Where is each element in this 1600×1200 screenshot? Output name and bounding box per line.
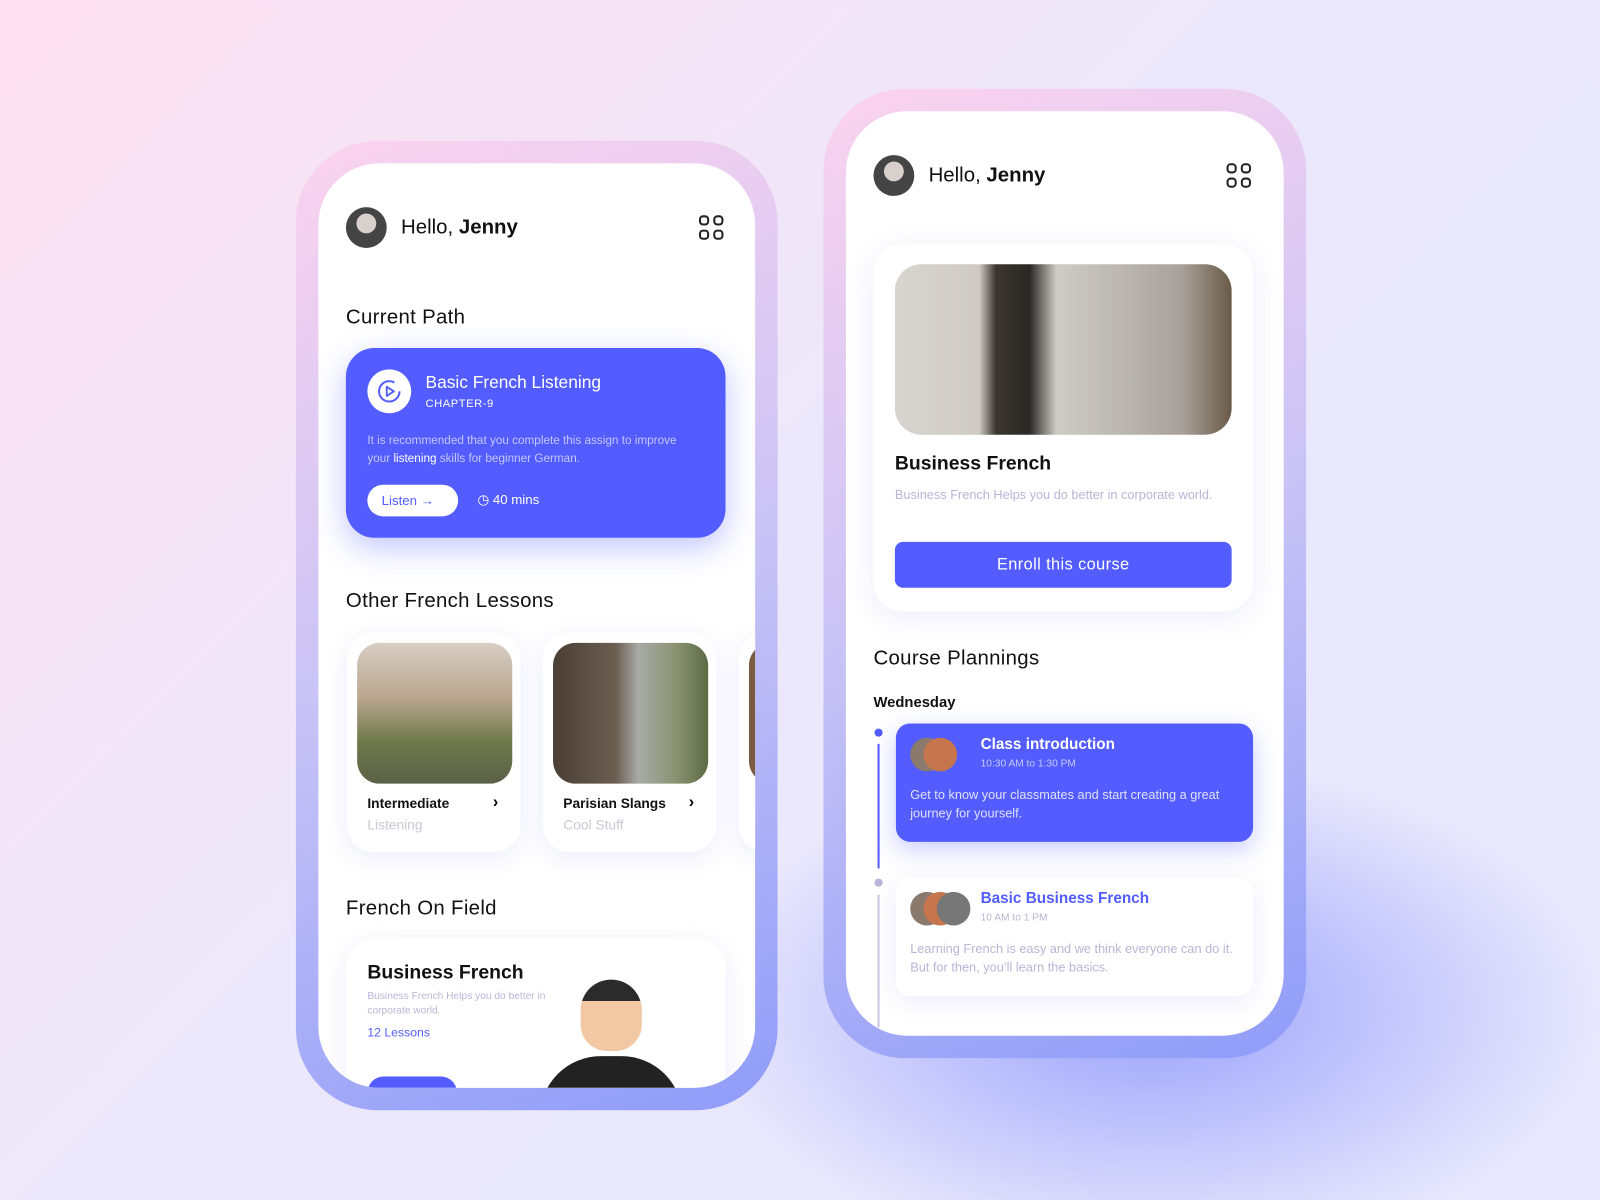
field-card-description: Business French Helps you do better in c… [367, 990, 546, 1017]
eiffel-tower-image [553, 642, 709, 784]
event-time: 10 AM to 1 PM [980, 912, 1048, 924]
lesson-card-intermediate[interactable]: Intermediate › Listening [346, 632, 521, 853]
businessman-illustration [580, 979, 642, 1052]
avatar[interactable] [345, 207, 387, 248]
attendee-avatars [910, 891, 971, 927]
event-description: Learning French is easy and we think eve… [910, 941, 1233, 975]
businessman-paris-image [894, 264, 1232, 435]
listen-button[interactable]: Listen → [367, 484, 459, 517]
field-card-title: Business French [367, 962, 524, 984]
current-path-card[interactable]: Basic French Listening CHAPTER-9 It is r… [345, 347, 726, 538]
greeting: Hello, Jenny [401, 216, 518, 239]
avatar[interactable] [873, 155, 915, 196]
lesson-title: Intermediate [367, 795, 450, 812]
business-french-field-card[interactable]: Business French Business French Helps yo… [345, 938, 726, 1088]
field-heading: French On Field [345, 896, 497, 920]
timeline-line [877, 743, 880, 869]
menu-grid-icon[interactable] [1226, 163, 1252, 188]
lesson-subtitle: Listening [367, 817, 423, 833]
left-phone: Hello, Jenny Current Path Basic French L… [295, 140, 778, 1111]
right-phone: Hello, Jenny Business French Business Fr… [823, 88, 1307, 1059]
lesson-title: Parisian Slangs [563, 795, 666, 812]
right-phone-screen: Hello, Jenny Business French Business Fr… [845, 111, 1284, 1036]
greeting: Hello, Jenny [928, 164, 1046, 187]
event-title: Class introduction [980, 735, 1115, 754]
paris-city-image [357, 642, 513, 784]
event-title: Basic Business French [980, 889, 1150, 908]
course-card: Business French Business French Helps yo… [873, 243, 1254, 612]
lesson-card-partial[interactable] [738, 632, 756, 853]
chevron-right-icon[interactable]: › [689, 794, 694, 812]
start-button[interactable] [367, 1076, 458, 1088]
event-card-active[interactable]: Class introduction 10:30 AM to 1:30 PM G… [895, 723, 1254, 842]
chevron-right-icon[interactable]: › [493, 794, 498, 812]
plannings-heading: Course Plannings [873, 646, 1040, 670]
duration: ◷ 40 mins [477, 491, 540, 508]
menu-grid-icon[interactable] [698, 215, 724, 240]
lesson-subtitle: Cool Stuff [563, 817, 624, 833]
lesson-card-parisian-slangs[interactable]: Parisian Slangs › Cool Stuff [542, 632, 717, 853]
clock-icon: ◷ [477, 491, 490, 508]
left-phone-screen: Hello, Jenny Current Path Basic French L… [318, 163, 756, 1088]
attendee-avatars [910, 737, 958, 773]
timeline-dot [874, 878, 883, 887]
current-path-heading: Current Path [345, 306, 466, 329]
timeline-dot-active [874, 728, 883, 737]
arrow-right-icon: → [420, 492, 435, 509]
timeline-line [877, 894, 880, 1028]
path-title: Basic French Listening [425, 372, 601, 392]
other-lessons-heading: Other French Lessons [345, 589, 554, 613]
event-time: 10:30 AM to 1:30 PM [980, 758, 1076, 770]
day-label: Wednesday [873, 694, 956, 712]
path-description: It is recommended that you complete this… [367, 434, 677, 466]
event-description: Get to know your classmates and start cr… [910, 787, 1220, 821]
course-title: Business French [894, 453, 1052, 475]
enroll-button[interactable]: Enroll this course [894, 541, 1232, 588]
play-icon[interactable] [367, 369, 412, 414]
course-description: Business French Helps you do better in c… [894, 487, 1213, 503]
lesson-count: 12 Lessons [367, 1025, 430, 1040]
event-card[interactable]: Basic Business French 10 AM to 1 PM Lear… [895, 877, 1254, 996]
path-chapter: CHAPTER-9 [425, 397, 494, 411]
